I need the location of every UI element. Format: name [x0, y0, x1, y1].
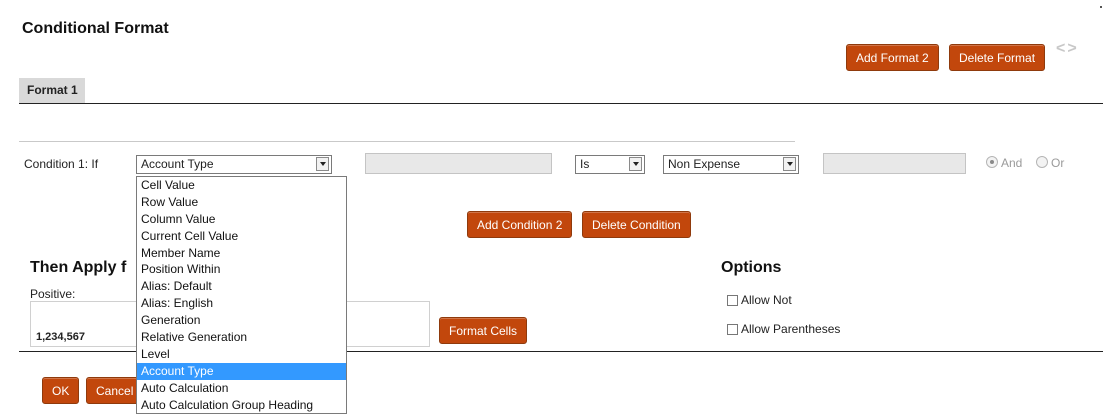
property-dropdown-list[interactable]: Cell Value Row Value Column Value Curren… [136, 176, 347, 414]
dropdown-option-member-name[interactable]: Member Name [137, 245, 346, 262]
tab-divider [19, 103, 1103, 104]
condition-value-text-input[interactable] [823, 153, 966, 174]
dropdown-option-relative-generation[interactable]: Relative Generation [137, 329, 346, 346]
and-radio-label: And [1001, 156, 1023, 170]
allow-parentheses-option[interactable]: Allow Parentheses [727, 322, 840, 336]
dropdown-option-cell-value[interactable]: Cell Value [137, 177, 346, 194]
condition-value: Non Expense [668, 157, 741, 171]
section-divider [19, 141, 795, 142]
or-radio-label: Or [1051, 156, 1065, 170]
dropdown-option-auto-calculation-group-heading[interactable]: Auto Calculation Group Heading [137, 397, 346, 413]
condition-property-select[interactable]: Account Type [136, 155, 332, 174]
operator-value: Is [580, 157, 590, 171]
chevron-down-icon[interactable] [629, 157, 642, 171]
dialog-title: Conditional Format [22, 20, 169, 37]
dropdown-option-alias-default[interactable]: Alias: Default [137, 278, 346, 295]
then-apply-heading: Then Apply f [30, 259, 127, 276]
or-radio[interactable]: Or [1036, 156, 1064, 170]
allow-parentheses-checkbox[interactable] [727, 324, 738, 335]
positive-label: Positive: [30, 287, 76, 301]
allow-not-checkbox[interactable] [727, 295, 738, 306]
condition-value-select[interactable]: Non Expense [663, 155, 799, 174]
dropdown-option-position-within[interactable]: Position Within [137, 261, 346, 278]
dropdown-option-column-value[interactable]: Column Value [137, 211, 346, 228]
format-cells-button[interactable]: Format Cells [439, 317, 528, 344]
allow-parentheses-label: Allow Parentheses [741, 322, 841, 336]
add-format-button[interactable]: Add Format 2 [846, 44, 939, 71]
delete-condition-button[interactable]: Delete Condition [582, 211, 691, 238]
tab-format-1[interactable]: Format 1 [19, 78, 85, 103]
condition-label: Condition 1: If [24, 157, 99, 171]
dropdown-option-account-type[interactable]: Account Type [137, 362, 346, 380]
allow-not-label: Allow Not [741, 293, 792, 307]
radio-selected-icon[interactable] [986, 156, 998, 168]
condition-property-value: Account Type [141, 157, 214, 171]
options-heading: Options [721, 259, 782, 276]
and-radio[interactable]: And [986, 156, 1022, 170]
allow-not-option[interactable]: Allow Not [727, 293, 792, 307]
condition-text-input[interactable] [365, 153, 552, 174]
chevron-down-icon[interactable] [783, 157, 796, 171]
dropdown-option-auto-calculation[interactable]: Auto Calculation [137, 380, 346, 397]
chevron-down-icon[interactable] [316, 157, 329, 171]
dropdown-option-level[interactable]: Level [137, 346, 346, 363]
radio-unselected-icon[interactable] [1036, 156, 1048, 168]
format-nav-arrows-icon[interactable]: <> [1056, 40, 1079, 58]
ok-button[interactable]: OK [42, 377, 80, 404]
dropdown-option-alias-english[interactable]: Alias: English [137, 295, 346, 312]
add-condition-button[interactable]: Add Condition 2 [467, 211, 573, 238]
format-preview-value: 1,234,567 [36, 331, 85, 343]
operator-select[interactable]: Is [575, 155, 645, 174]
delete-format-button[interactable]: Delete Format [949, 44, 1046, 71]
dropdown-option-current-cell-value[interactable]: Current Cell Value [137, 228, 346, 245]
dropdown-option-row-value[interactable]: Row Value [137, 194, 346, 211]
window-edge-marker [1100, 6, 1102, 8]
dropdown-option-generation[interactable]: Generation [137, 312, 346, 329]
